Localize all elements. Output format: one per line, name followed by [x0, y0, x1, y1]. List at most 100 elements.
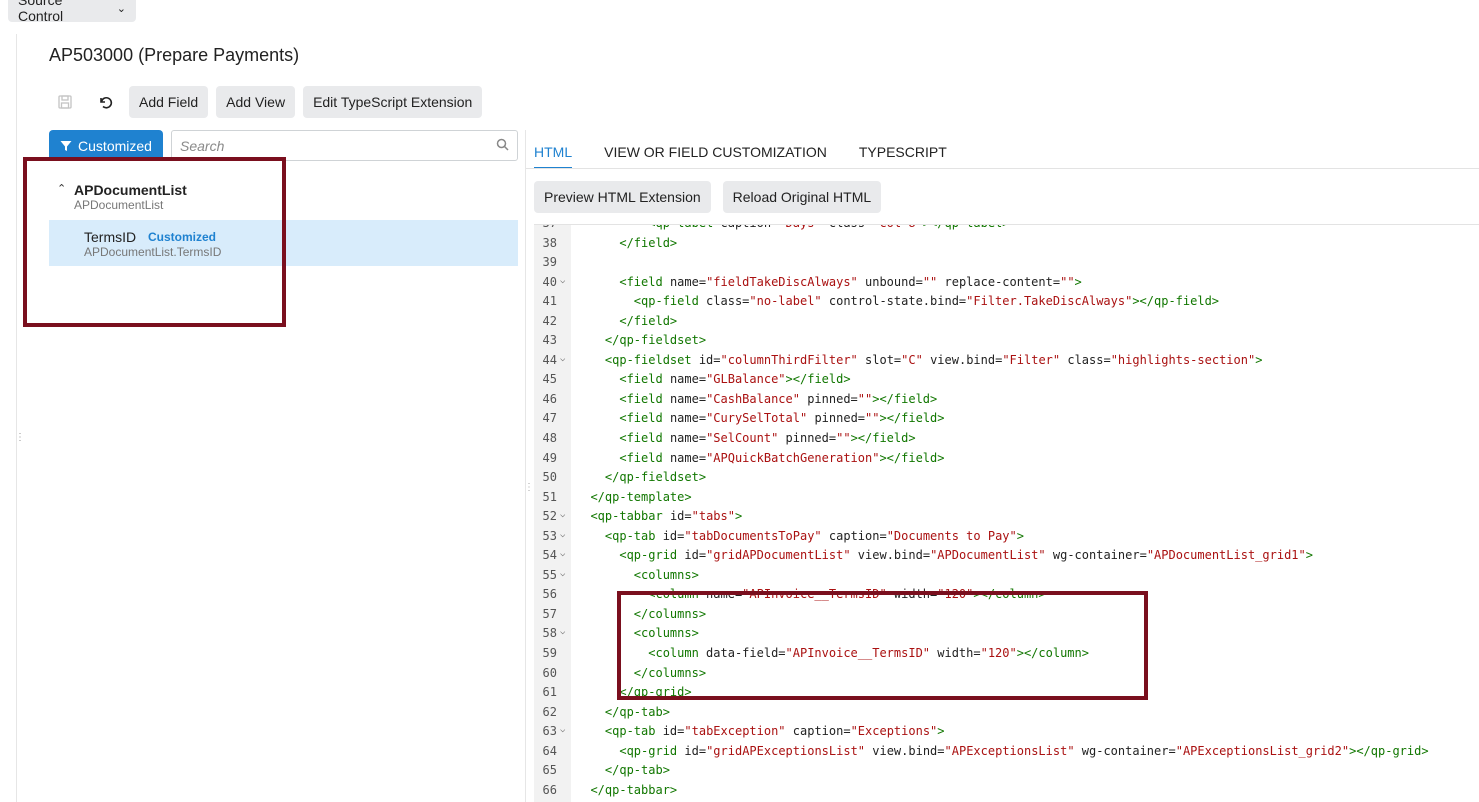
- code-token: "C": [901, 352, 923, 367]
- line-number: 66: [542, 782, 557, 797]
- page-title: AP503000 (Prepare Payments): [49, 45, 300, 65]
- code-token: class=: [706, 294, 750, 309]
- code-token: name=: [669, 411, 707, 426]
- code-line[interactable]: 50 </qp-fieldset>: [534, 468, 1479, 488]
- code-token: pinned=: [807, 411, 866, 426]
- line-number: 46: [542, 391, 557, 406]
- code-line[interactable]: 40 ⌵ <field name="fieldTakeDiscAlways" un…: [534, 273, 1479, 293]
- tab-html[interactable]: HTML: [534, 137, 573, 169]
- code-token: "Days": [778, 225, 821, 230]
- code-line[interactable]: 66 </qp-tabbar>: [534, 781, 1479, 801]
- toolbar: Add Field Add View Edit TypeScript Exten…: [49, 86, 483, 118]
- fold-chevron-icon[interactable]: ⌵: [560, 549, 565, 559]
- code-token: "": [1060, 274, 1075, 289]
- code-token: >: [1255, 352, 1263, 367]
- code-token: <qp-fieldset: [604, 352, 699, 367]
- code-line[interactable]: 44 ⌵ <qp-fieldset id="columnThirdFilter" …: [534, 351, 1479, 371]
- code-line[interactable]: 64 <qp-grid id="gridAPExceptionsList" vi…: [534, 742, 1479, 762]
- add-field-button[interactable]: Add Field: [129, 86, 209, 118]
- fold-chevron-icon[interactable]: ⌵: [560, 569, 565, 579]
- line-number: 39: [542, 255, 557, 270]
- code-line[interactable]: 54 ⌵ <qp-grid id="gridAPDocumentList" vie…: [534, 546, 1479, 566]
- source-control-dropdown[interactable]: Source Control ⌄: [8, 0, 136, 24]
- save-icon[interactable]: [49, 86, 81, 118]
- code-token: unbound=: [857, 274, 923, 289]
- fold-chevron-icon[interactable]: ⌵: [560, 510, 565, 520]
- highlight-box-code: [617, 591, 1148, 700]
- code-line[interactable]: 42 </field>: [534, 312, 1479, 332]
- code-token: <qp-grid: [619, 548, 685, 563]
- code-token: "tabException": [684, 724, 786, 739]
- code-line[interactable]: 41 <qp-field class="no-label" control-st…: [534, 292, 1479, 312]
- code-token: "APDocumentList": [930, 548, 1046, 563]
- code-token: "": [922, 274, 938, 289]
- code-token: <qp-grid: [619, 743, 685, 758]
- code-line[interactable]: 39: [534, 253, 1479, 273]
- code-token: wg-container=: [1045, 548, 1147, 563]
- line-number: 37: [534, 225, 557, 234]
- code-line[interactable]: 65 </qp-tab>: [534, 761, 1479, 781]
- code-token: >: [937, 724, 945, 739]
- code-token: "no-label": [749, 294, 822, 309]
- code-text: <qp-tabbar id="tabs">: [576, 507, 742, 527]
- code-token: <field: [619, 274, 670, 289]
- undo-icon[interactable]: [89, 86, 121, 118]
- code-text: </field>: [576, 312, 677, 332]
- fold-chevron-icon[interactable]: ⌵: [560, 354, 565, 364]
- code-token: class=: [822, 225, 872, 230]
- resize-handle-icon[interactable]: ⋮: [15, 433, 25, 443]
- code-token: view.bind=: [922, 352, 1003, 367]
- code-line[interactable]: 46 <field name="CashBalance" pinned=""><…: [534, 390, 1479, 410]
- line-number: 47: [542, 411, 557, 426]
- code-line[interactable]: 52 ⌵ <qp-tabbar id="tabs">: [534, 507, 1479, 527]
- code-token: caption=: [821, 528, 887, 543]
- code-line[interactable]: 37 <qp-label caption="Days" class="col-8…: [534, 225, 1479, 234]
- tab-typescript[interactable]: TYPESCRIPT: [859, 137, 947, 169]
- code-line[interactable]: 43 </qp-fieldset>: [534, 331, 1479, 351]
- reload-original-html-button[interactable]: Reload Original HTML: [722, 181, 882, 213]
- code-token: pinned=: [778, 431, 837, 446]
- line-number: 58: [542, 626, 557, 641]
- code-line[interactable]: 48 <field name="SelCount" pinned=""></fi…: [534, 429, 1479, 449]
- line-number: 59: [542, 646, 557, 661]
- fold-chevron-icon[interactable]: ⌵: [560, 725, 565, 735]
- code-text: </field>: [576, 234, 677, 254]
- add-view-button[interactable]: Add View: [216, 86, 296, 118]
- code-line[interactable]: 62 </qp-tab>: [534, 703, 1479, 723]
- code-text: <field name="GLBalance"></field>: [576, 370, 851, 390]
- splitter-handle-icon[interactable]: ⋮: [524, 483, 534, 493]
- panel-splitter[interactable]: [525, 130, 526, 802]
- code-editor[interactable]: 37 <qp-label caption="Days" class="col-8…: [534, 224, 1479, 802]
- code-text: </qp-template>: [576, 488, 691, 508]
- code-token: ></field>: [785, 372, 851, 387]
- code-line[interactable]: 45 <field name="GLBalance"></field>: [534, 370, 1479, 390]
- preview-html-extension-button[interactable]: Preview HTML Extension: [534, 181, 711, 213]
- code-token: "col-8": [872, 225, 923, 230]
- code-line[interactable]: 63 ⌵ <qp-tab id="tabException" caption="E…: [534, 722, 1479, 742]
- tab-view-or-field-customization[interactable]: VIEW OR FIELD CUSTOMIZATION: [604, 137, 827, 169]
- code-line[interactable]: 47 <field name="CurySelTotal" pinned="">…: [534, 409, 1479, 429]
- code-line[interactable]: 51 </qp-template>: [534, 488, 1479, 508]
- code-token: pinned=: [799, 391, 858, 406]
- code-text: </qp-fieldset>: [576, 331, 706, 351]
- code-token: ></field>: [850, 431, 916, 446]
- search-icon[interactable]: [496, 138, 509, 154]
- code-line[interactable]: 55 ⌵ <columns>: [534, 566, 1479, 586]
- edit-typescript-extension-button[interactable]: Edit TypeScript Extension: [303, 86, 483, 118]
- line-number: 63: [542, 724, 557, 739]
- code-token: id=: [684, 743, 707, 758]
- code-token: <qp-tab: [604, 724, 663, 739]
- filter-label: Customized: [78, 137, 152, 154]
- code-token: id=: [669, 509, 692, 524]
- line-number: 57: [542, 606, 557, 621]
- search-input[interactable]: [180, 137, 496, 154]
- code-text: <field name="fieldTakeDiscAlways" unboun…: [576, 273, 1081, 293]
- fold-chevron-icon[interactable]: ⌵: [560, 276, 565, 286]
- code-text: </qp-tab>: [576, 703, 670, 723]
- code-text: <field name="SelCount" pinned=""></field…: [576, 429, 916, 449]
- code-line[interactable]: 53 ⌵ <qp-tab id="tabDocumentsToPay" capti…: [534, 527, 1479, 547]
- fold-chevron-icon[interactable]: ⌵: [560, 530, 565, 540]
- code-line[interactable]: 49 <field name="APQuickBatchGeneration">…: [534, 449, 1479, 469]
- code-line[interactable]: 38 </field>: [534, 234, 1479, 254]
- fold-chevron-icon[interactable]: ⌵: [560, 627, 565, 637]
